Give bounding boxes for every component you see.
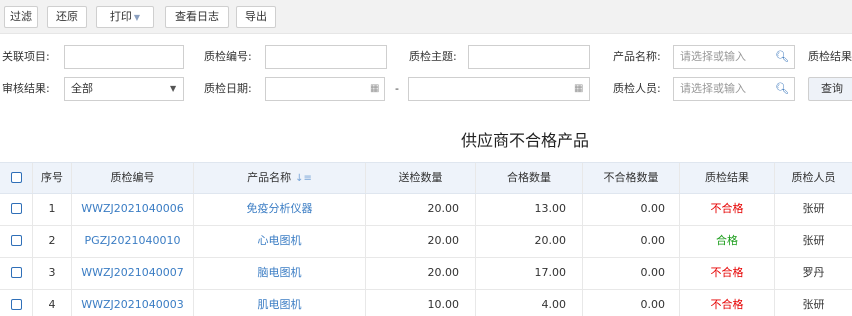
table-row[interactable]: 3 WWZJ2021040007 脑电图机 20.00 17.00 0.00 不…	[0, 258, 852, 290]
review-result-select[interactable]: 全部	[64, 77, 184, 101]
inspection-result-label: 质检结果	[808, 50, 852, 63]
date-end-input[interactable]	[408, 77, 590, 101]
view-log-button-label: 查看日志	[175, 10, 219, 23]
row-no: 4	[33, 290, 72, 316]
header-no: 序号	[33, 163, 72, 193]
table-row[interactable]: 1 WWZJ2021040006 免疫分析仪器 20.00 13.00 0.00…	[0, 194, 852, 226]
filter-button-label: 过滤	[10, 10, 32, 23]
row-no: 1	[33, 194, 72, 225]
review-result-value: 全部	[71, 82, 93, 95]
table-row[interactable]: 4 WWZJ2021040003 肌电图机 10.00 4.00 0.00 不合…	[0, 290, 852, 316]
row-checkbox-cell	[0, 290, 33, 316]
row-pass-qty: 20.00	[476, 226, 583, 257]
header-inspector[interactable]: 质检人员	[775, 163, 852, 193]
print-button[interactable]: 打印 ▼	[96, 6, 154, 28]
row-product-link[interactable]: 肌电图机	[194, 290, 366, 316]
toolbar: 过滤 还原 打印 ▼ 查看日志 导出	[0, 0, 852, 34]
header-product[interactable]: 产品名称 ↓≡	[194, 163, 366, 193]
search-icon[interactable]: 🔍︎	[775, 82, 789, 96]
row-result: 不合格	[680, 194, 775, 225]
row-pass-qty: 4.00	[476, 290, 583, 316]
product-name-label: 产品名称:	[613, 50, 661, 63]
inspection-subject-input[interactable]	[468, 45, 590, 69]
restore-button-label: 还原	[56, 10, 78, 23]
calendar-icon[interactable]: ▦	[370, 82, 379, 96]
calendar-icon[interactable]: ▦	[574, 82, 583, 96]
restore-button[interactable]: 还原	[47, 6, 87, 28]
search-icon[interactable]: 🔍︎	[775, 50, 789, 64]
row-result: 不合格	[680, 290, 775, 316]
row-checkbox[interactable]	[10, 266, 22, 278]
review-result-label: 审核结果:	[2, 82, 50, 95]
row-fail-qty: 0.00	[583, 258, 680, 289]
table-header-row: 序号 质检编号 产品名称 ↓≡ 送检数量 合格数量 不合格数量 质检结果 质检人员	[0, 162, 852, 194]
query-button[interactable]: 查询	[808, 77, 852, 101]
row-no: 2	[33, 226, 72, 257]
row-fail-qty: 0.00	[583, 194, 680, 225]
row-checkbox[interactable]	[10, 234, 22, 246]
table-row[interactable]: 2 PGZJ2021040010 心电图机 20.00 20.00 0.00 合…	[0, 226, 852, 258]
export-button[interactable]: 导出	[236, 6, 276, 28]
row-sent-qty: 10.00	[366, 290, 476, 316]
header-code[interactable]: 质检编号	[72, 163, 194, 193]
page-title: 供应商不合格产品	[460, 131, 589, 150]
row-checkbox-cell	[0, 258, 33, 289]
chevron-down-icon[interactable]: ▼	[170, 82, 176, 96]
header-fail-qty[interactable]: 不合格数量	[583, 163, 680, 193]
inspection-no-label: 质检编号:	[204, 50, 252, 63]
row-code-link[interactable]: WWZJ2021040003	[72, 290, 194, 316]
row-result: 合格	[680, 226, 775, 257]
view-log-button[interactable]: 查看日志	[165, 6, 229, 28]
row-inspector: 罗丹	[802, 266, 825, 279]
row-no: 3	[33, 258, 72, 289]
row-fail-qty: 0.00	[583, 226, 680, 257]
row-code-link[interactable]: PGZJ2021040010	[72, 226, 194, 257]
filter-button[interactable]: 过滤	[4, 6, 38, 28]
row-inspector: 张研	[802, 234, 825, 247]
row-product-link[interactable]: 脑电图机	[194, 258, 366, 289]
sort-icon[interactable]: ↓≡	[295, 173, 312, 184]
related-project-input[interactable]	[64, 45, 184, 69]
related-project-label: 关联项目:	[2, 50, 50, 63]
row-result: 不合格	[680, 258, 775, 289]
export-button-label: 导出	[245, 10, 267, 23]
select-all-cell	[0, 163, 33, 193]
row-pass-qty: 17.00	[476, 258, 583, 289]
row-product-link[interactable]: 免疫分析仪器	[194, 194, 366, 225]
chevron-down-icon: ▼	[133, 13, 141, 22]
row-sent-qty: 20.00	[366, 226, 476, 257]
row-checkbox[interactable]	[10, 202, 22, 214]
row-pass-qty: 13.00	[476, 194, 583, 225]
row-inspector: 张研	[802, 298, 825, 311]
row-product-link[interactable]: 心电图机	[194, 226, 366, 257]
row-code-link[interactable]: WWZJ2021040006	[72, 194, 194, 225]
date-start-input[interactable]	[265, 77, 385, 101]
row-checkbox-cell	[0, 194, 33, 225]
inspection-subject-label: 质检主题:	[409, 50, 457, 63]
row-checkbox[interactable]	[10, 298, 22, 310]
date-separator: -	[395, 82, 399, 95]
print-button-label: 打印	[109, 10, 132, 23]
query-button-label: 查询	[821, 82, 843, 95]
select-all-checkbox[interactable]	[10, 171, 22, 183]
row-inspector: 张研	[802, 202, 825, 215]
header-product-label: 产品名称	[247, 171, 292, 184]
header-sent-qty[interactable]: 送检数量	[366, 163, 476, 193]
header-result[interactable]: 质检结果	[680, 163, 775, 193]
row-fail-qty: 0.00	[583, 290, 680, 316]
row-checkbox-cell	[0, 226, 33, 257]
inspection-date-label: 质检日期:	[204, 82, 252, 95]
inspector-label: 质检人员:	[613, 82, 661, 95]
row-code-link[interactable]: WWZJ2021040007	[72, 258, 194, 289]
row-sent-qty: 20.00	[366, 194, 476, 225]
header-pass-qty[interactable]: 合格数量	[476, 163, 583, 193]
row-sent-qty: 20.00	[366, 258, 476, 289]
inspection-no-input[interactable]	[265, 45, 387, 69]
